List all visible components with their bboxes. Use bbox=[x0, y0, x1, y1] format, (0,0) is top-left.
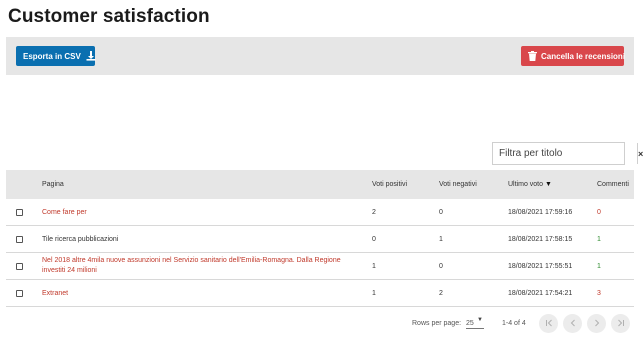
table-row: Tile ricerca pubblicazioni 0 1 18/08/202… bbox=[6, 226, 634, 253]
export-csv-button[interactable]: Esporta in CSV bbox=[16, 46, 96, 66]
last-page-icon bbox=[617, 319, 625, 329]
last-vote-label: Ultimo voto bbox=[508, 181, 544, 188]
comments-count[interactable]: 0 bbox=[597, 199, 601, 225]
next-page-button[interactable] bbox=[587, 314, 606, 333]
positive-votes: 0 bbox=[372, 235, 376, 243]
reviews-table: Pagina Voti positivi Voti negativi Ultim… bbox=[6, 170, 634, 307]
row-checkbox[interactable] bbox=[16, 262, 23, 270]
table-row: Extranet 1 2 18/08/2021 17:54:21 3 bbox=[6, 280, 634, 307]
comments-count[interactable]: 1 bbox=[597, 226, 601, 252]
column-header-comments[interactable]: Commenti bbox=[597, 170, 629, 199]
last-vote: 18/08/2021 17:59:16 bbox=[508, 208, 573, 216]
negative-votes: 0 bbox=[439, 208, 443, 216]
comments-count[interactable]: 3 bbox=[597, 280, 601, 306]
page-link[interactable]: Come fare per bbox=[42, 199, 362, 225]
previous-page-button[interactable] bbox=[563, 314, 582, 333]
page-title: Customer satisfaction bbox=[8, 6, 210, 27]
sort-desc-icon: ▼ bbox=[545, 181, 552, 188]
chevron-left-icon bbox=[569, 319, 577, 329]
last-vote: 18/08/2021 17:54:21 bbox=[508, 289, 573, 297]
pagination: Rows per page: 25 ▼ 1-4 of 4 bbox=[0, 314, 643, 333]
clear-filter-button[interactable]: × bbox=[638, 143, 643, 164]
delete-reviews-button[interactable]: Cancella le recensioni bbox=[521, 46, 626, 66]
table-row: Come fare per 2 0 18/08/2021 17:59:16 0 bbox=[6, 199, 634, 226]
table-header: Pagina Voti positivi Voti negativi Ultim… bbox=[6, 170, 634, 199]
last-vote: 18/08/2021 17:58:15 bbox=[508, 235, 573, 243]
last-page-button[interactable] bbox=[611, 314, 630, 333]
caret-down-icon: ▼ bbox=[477, 317, 483, 323]
page-link-wrap: Nel 2018 altre 4mila nuove assunzioni ne… bbox=[42, 253, 362, 279]
delete-reviews-label: Cancella le recensioni bbox=[541, 51, 626, 61]
title-filter: × bbox=[492, 142, 643, 165]
column-header-last-vote[interactable]: Ultimo voto ▼ bbox=[508, 170, 552, 199]
negative-votes: 2 bbox=[439, 289, 443, 297]
filter-title-input[interactable] bbox=[493, 143, 638, 164]
positive-votes: 1 bbox=[372, 289, 376, 297]
rows-per-page-value: 25 bbox=[466, 319, 474, 327]
row-checkbox[interactable] bbox=[16, 235, 23, 243]
row-checkbox[interactable] bbox=[16, 289, 23, 297]
table-row: Nel 2018 altre 4mila nuove assunzioni ne… bbox=[6, 253, 634, 280]
page-title-text: Tile ricerca pubblicazioni bbox=[42, 235, 119, 243]
row-checkbox[interactable] bbox=[16, 208, 23, 216]
toolbar: Esporta in CSV Cancella le recensioni bbox=[6, 37, 634, 75]
positive-votes: 1 bbox=[372, 262, 376, 270]
first-page-button[interactable] bbox=[539, 314, 558, 333]
page-link[interactable]: Nel 2018 altre 4mila nuove assunzioni ne… bbox=[42, 256, 362, 276]
column-header-page[interactable]: Pagina bbox=[42, 170, 362, 199]
positive-votes: 2 bbox=[372, 208, 376, 216]
chevron-right-icon bbox=[593, 319, 601, 329]
download-icon bbox=[86, 51, 96, 61]
close-icon: × bbox=[638, 148, 643, 159]
trash-icon bbox=[528, 51, 537, 61]
page-link[interactable]: Extranet bbox=[42, 280, 362, 306]
negative-votes: 0 bbox=[439, 262, 443, 270]
rows-per-page-label: Rows per page: bbox=[412, 320, 462, 327]
export-csv-label: Esporta in CSV bbox=[23, 51, 81, 61]
last-vote: 18/08/2021 17:55:51 bbox=[508, 262, 573, 270]
first-page-icon bbox=[545, 319, 553, 329]
negative-votes: 1 bbox=[439, 235, 443, 243]
column-header-negative[interactable]: Voti negativi bbox=[439, 170, 477, 199]
comments-count[interactable]: 1 bbox=[597, 253, 601, 279]
column-header-positive[interactable]: Voti positivi bbox=[372, 170, 407, 199]
page-range: 1-4 of 4 bbox=[502, 320, 526, 327]
